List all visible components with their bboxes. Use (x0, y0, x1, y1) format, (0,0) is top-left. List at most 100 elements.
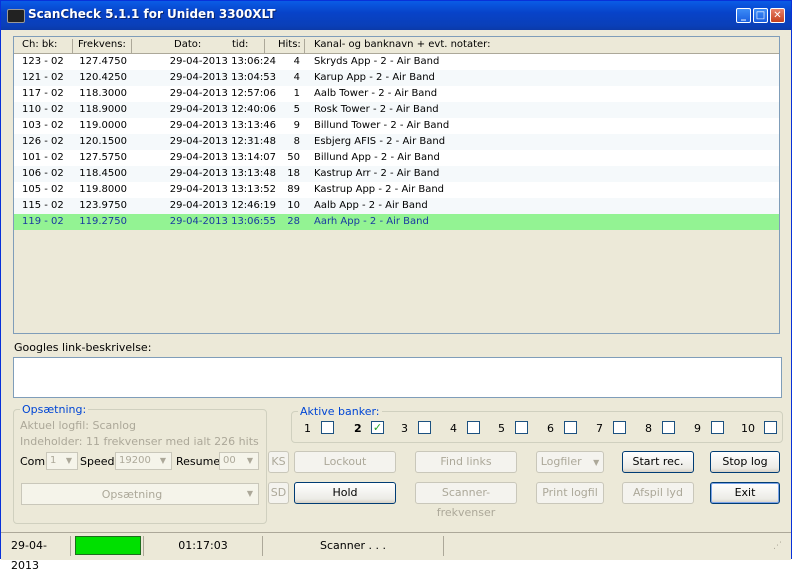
hold-button[interactable]: Hold (294, 482, 396, 504)
resume-select[interactable]: 00 ▼ (219, 452, 259, 470)
bank-number-label: 8 (645, 422, 652, 435)
header-divider[interactable] (304, 39, 305, 53)
table-row[interactable]: 115 - 02 123.9750 29-04-2013 12:46:19 10 Aal… (14, 198, 779, 214)
exit-button[interactable]: Exit (710, 482, 780, 504)
logfiles-label: Logfiler (540, 455, 582, 468)
table-row[interactable]: 126 - 02 120.1500 29-04-2013 12:31:48 8 Esbj… (14, 134, 779, 150)
speed-label: Speed: (80, 455, 119, 468)
stop-log-button[interactable]: Stop log (710, 451, 780, 473)
bank-checkbox[interactable] (418, 421, 431, 434)
resize-grip-icon[interactable]: ⋰ (773, 541, 783, 551)
table-row[interactable]: 105 - 02 119.8000 29-04-2013 13:13:52 89 Kas… (14, 182, 779, 198)
cell-name: Skryds App - 2 - Air Band (314, 56, 440, 67)
cell-hits: 5 (293, 104, 300, 115)
bank-checkbox[interactable] (764, 421, 777, 434)
start-recording-button[interactable]: Start rec. (622, 451, 694, 473)
cell-channel: 121 - 02 (22, 72, 64, 83)
cell-channel: 103 - 02 (22, 120, 64, 131)
table-row[interactable]: 117 - 02 118.3000 29-04-2013 12:57:06 1 Aalb… (14, 86, 779, 102)
com-value: 1 (50, 455, 57, 466)
cell-datetime: 29-04-2013 13:13:48 (169, 168, 276, 179)
logfiles-menu-button[interactable]: Logfiler ▼ (536, 451, 604, 473)
com-label: Com: (20, 455, 49, 468)
bank-checkbox[interactable] (613, 421, 626, 434)
print-logfile-button[interactable]: Print logfil (536, 482, 604, 504)
header-time[interactable]: tid: (232, 39, 248, 53)
header-name[interactable]: Kanal- og banknavn + evt. notater: (314, 39, 490, 53)
cell-name: Aarh App - 2 - Air Band (314, 216, 429, 227)
header-divider[interactable] (72, 39, 73, 53)
cell-name: Karup App - 2 - Air Band (314, 72, 435, 83)
cell-hits: 4 (293, 56, 300, 67)
header-frequency[interactable]: Frekvens: (78, 39, 126, 53)
ks-button[interactable]: KS (268, 451, 289, 473)
header-channel[interactable]: Ch: bk: (22, 39, 57, 53)
cell-frequency: 118.4500 (79, 168, 127, 179)
header-date[interactable]: Dato: (174, 39, 201, 53)
chevron-down-icon: ▼ (246, 489, 254, 498)
play-sound-button[interactable]: Afspil lyd (622, 482, 694, 504)
cell-datetime: 29-04-2013 13:13:52 (169, 184, 276, 195)
cell-datetime: 29-04-2013 13:14:07 (169, 152, 276, 163)
table-row[interactable]: 123 - 02 127.4750 29-04-2013 13:06:24 4 Skry… (14, 54, 779, 70)
channel-list[interactable]: Ch: bk: Frekvens: Dato: tid: Hits: Kanal… (13, 36, 780, 334)
close-button[interactable]: ✕ (770, 8, 785, 23)
cell-name: Aalb Tower - 2 - Air Band (314, 88, 438, 99)
setup-select-value: Opsætning (101, 488, 163, 501)
header-divider[interactable] (131, 39, 132, 53)
title-bar[interactable]: ScanCheck 5.1.1 for Uniden 3300XLT _ □ ✕ (1, 1, 791, 30)
status-state: Scanner . . . (263, 536, 444, 556)
bank-checkbox[interactable] (467, 421, 480, 434)
cell-frequency: 123.9750 (79, 200, 127, 211)
com-select[interactable]: 1 ▼ (46, 452, 78, 470)
header-divider[interactable] (264, 39, 265, 53)
minimize-button[interactable]: _ (736, 8, 751, 23)
bank-number-label: 5 (498, 422, 505, 435)
bank-checkbox[interactable] (321, 421, 334, 434)
cell-name: Kastrup Arr - 2 - Air Band (314, 168, 440, 179)
table-row[interactable]: 101 - 02 127.5750 29-04-2013 13:14:07 50 Bil… (14, 150, 779, 166)
cell-frequency: 127.4750 (79, 56, 127, 67)
cell-name: Esbjerg AFIS - 2 - Air Band (314, 136, 446, 147)
table-row[interactable]: 119 - 02 119.2750 29-04-2013 13:06:55 28 Aar… (14, 214, 779, 230)
cell-channel: 110 - 02 (22, 104, 64, 115)
cell-channel: 119 - 02 (22, 216, 64, 227)
scanner-frequencies-button[interactable]: Scanner-frekvenser (415, 482, 517, 519)
maximize-button[interactable]: □ (753, 8, 768, 23)
cell-frequency: 119.2750 (79, 216, 127, 227)
lockout-button[interactable]: Lockout (294, 451, 396, 473)
google-link-label: Googles link-beskrivelse: (14, 341, 152, 354)
google-link-description[interactable] (13, 357, 782, 398)
bank-checkbox[interactable] (662, 421, 675, 434)
setup-legend: Opsætning: (22, 403, 87, 416)
bank-checkbox[interactable] (515, 421, 528, 434)
bank-checkbox[interactable]: ✓ (371, 421, 384, 434)
cell-frequency: 118.9000 (79, 104, 127, 115)
resume-value: 00 (223, 455, 236, 466)
bank-checkbox[interactable] (711, 421, 724, 434)
table-row[interactable]: 103 - 02 119.0000 29-04-2013 13:13:46 9 Bill… (14, 118, 779, 134)
table-row[interactable]: 106 - 02 118.4500 29-04-2013 13:13:48 18 Kas… (14, 166, 779, 182)
header-hits[interactable]: Hits: (278, 39, 301, 53)
bank-checkbox[interactable] (564, 421, 577, 434)
active-banks-legend: Aktive banker: (300, 405, 380, 418)
window-title: ScanCheck 5.1.1 for Uniden 3300XLT (28, 7, 276, 21)
cell-name: Billund App - 2 - Air Band (314, 152, 440, 163)
table-row[interactable]: 121 - 02 120.4250 29-04-2013 13:04:53 4 Karu… (14, 70, 779, 86)
checkmark-icon: ✓ (372, 421, 383, 434)
speed-select[interactable]: 19200 ▼ (115, 452, 172, 470)
table-row[interactable]: 110 - 02 118.9000 29-04-2013 12:40:06 5 Rosk… (14, 102, 779, 118)
list-header: Ch: bk: Frekvens: Dato: tid: Hits: Kanal… (14, 37, 779, 54)
cell-frequency: 120.1500 (79, 136, 127, 147)
cell-hits: 1 (293, 88, 300, 99)
cell-channel: 106 - 02 (22, 168, 64, 179)
setup-select[interactable]: Opsætning ▼ (21, 483, 259, 505)
cell-frequency: 119.8000 (79, 184, 127, 195)
scan-indicator (75, 536, 141, 555)
cell-datetime: 29-04-2013 13:06:24 (169, 56, 276, 67)
cell-datetime: 29-04-2013 13:13:46 (169, 120, 276, 131)
find-links-button[interactable]: Find links (415, 451, 517, 473)
app-icon (7, 9, 25, 23)
sd-button[interactable]: SD (268, 482, 289, 504)
cell-hits: 89 (287, 184, 300, 195)
